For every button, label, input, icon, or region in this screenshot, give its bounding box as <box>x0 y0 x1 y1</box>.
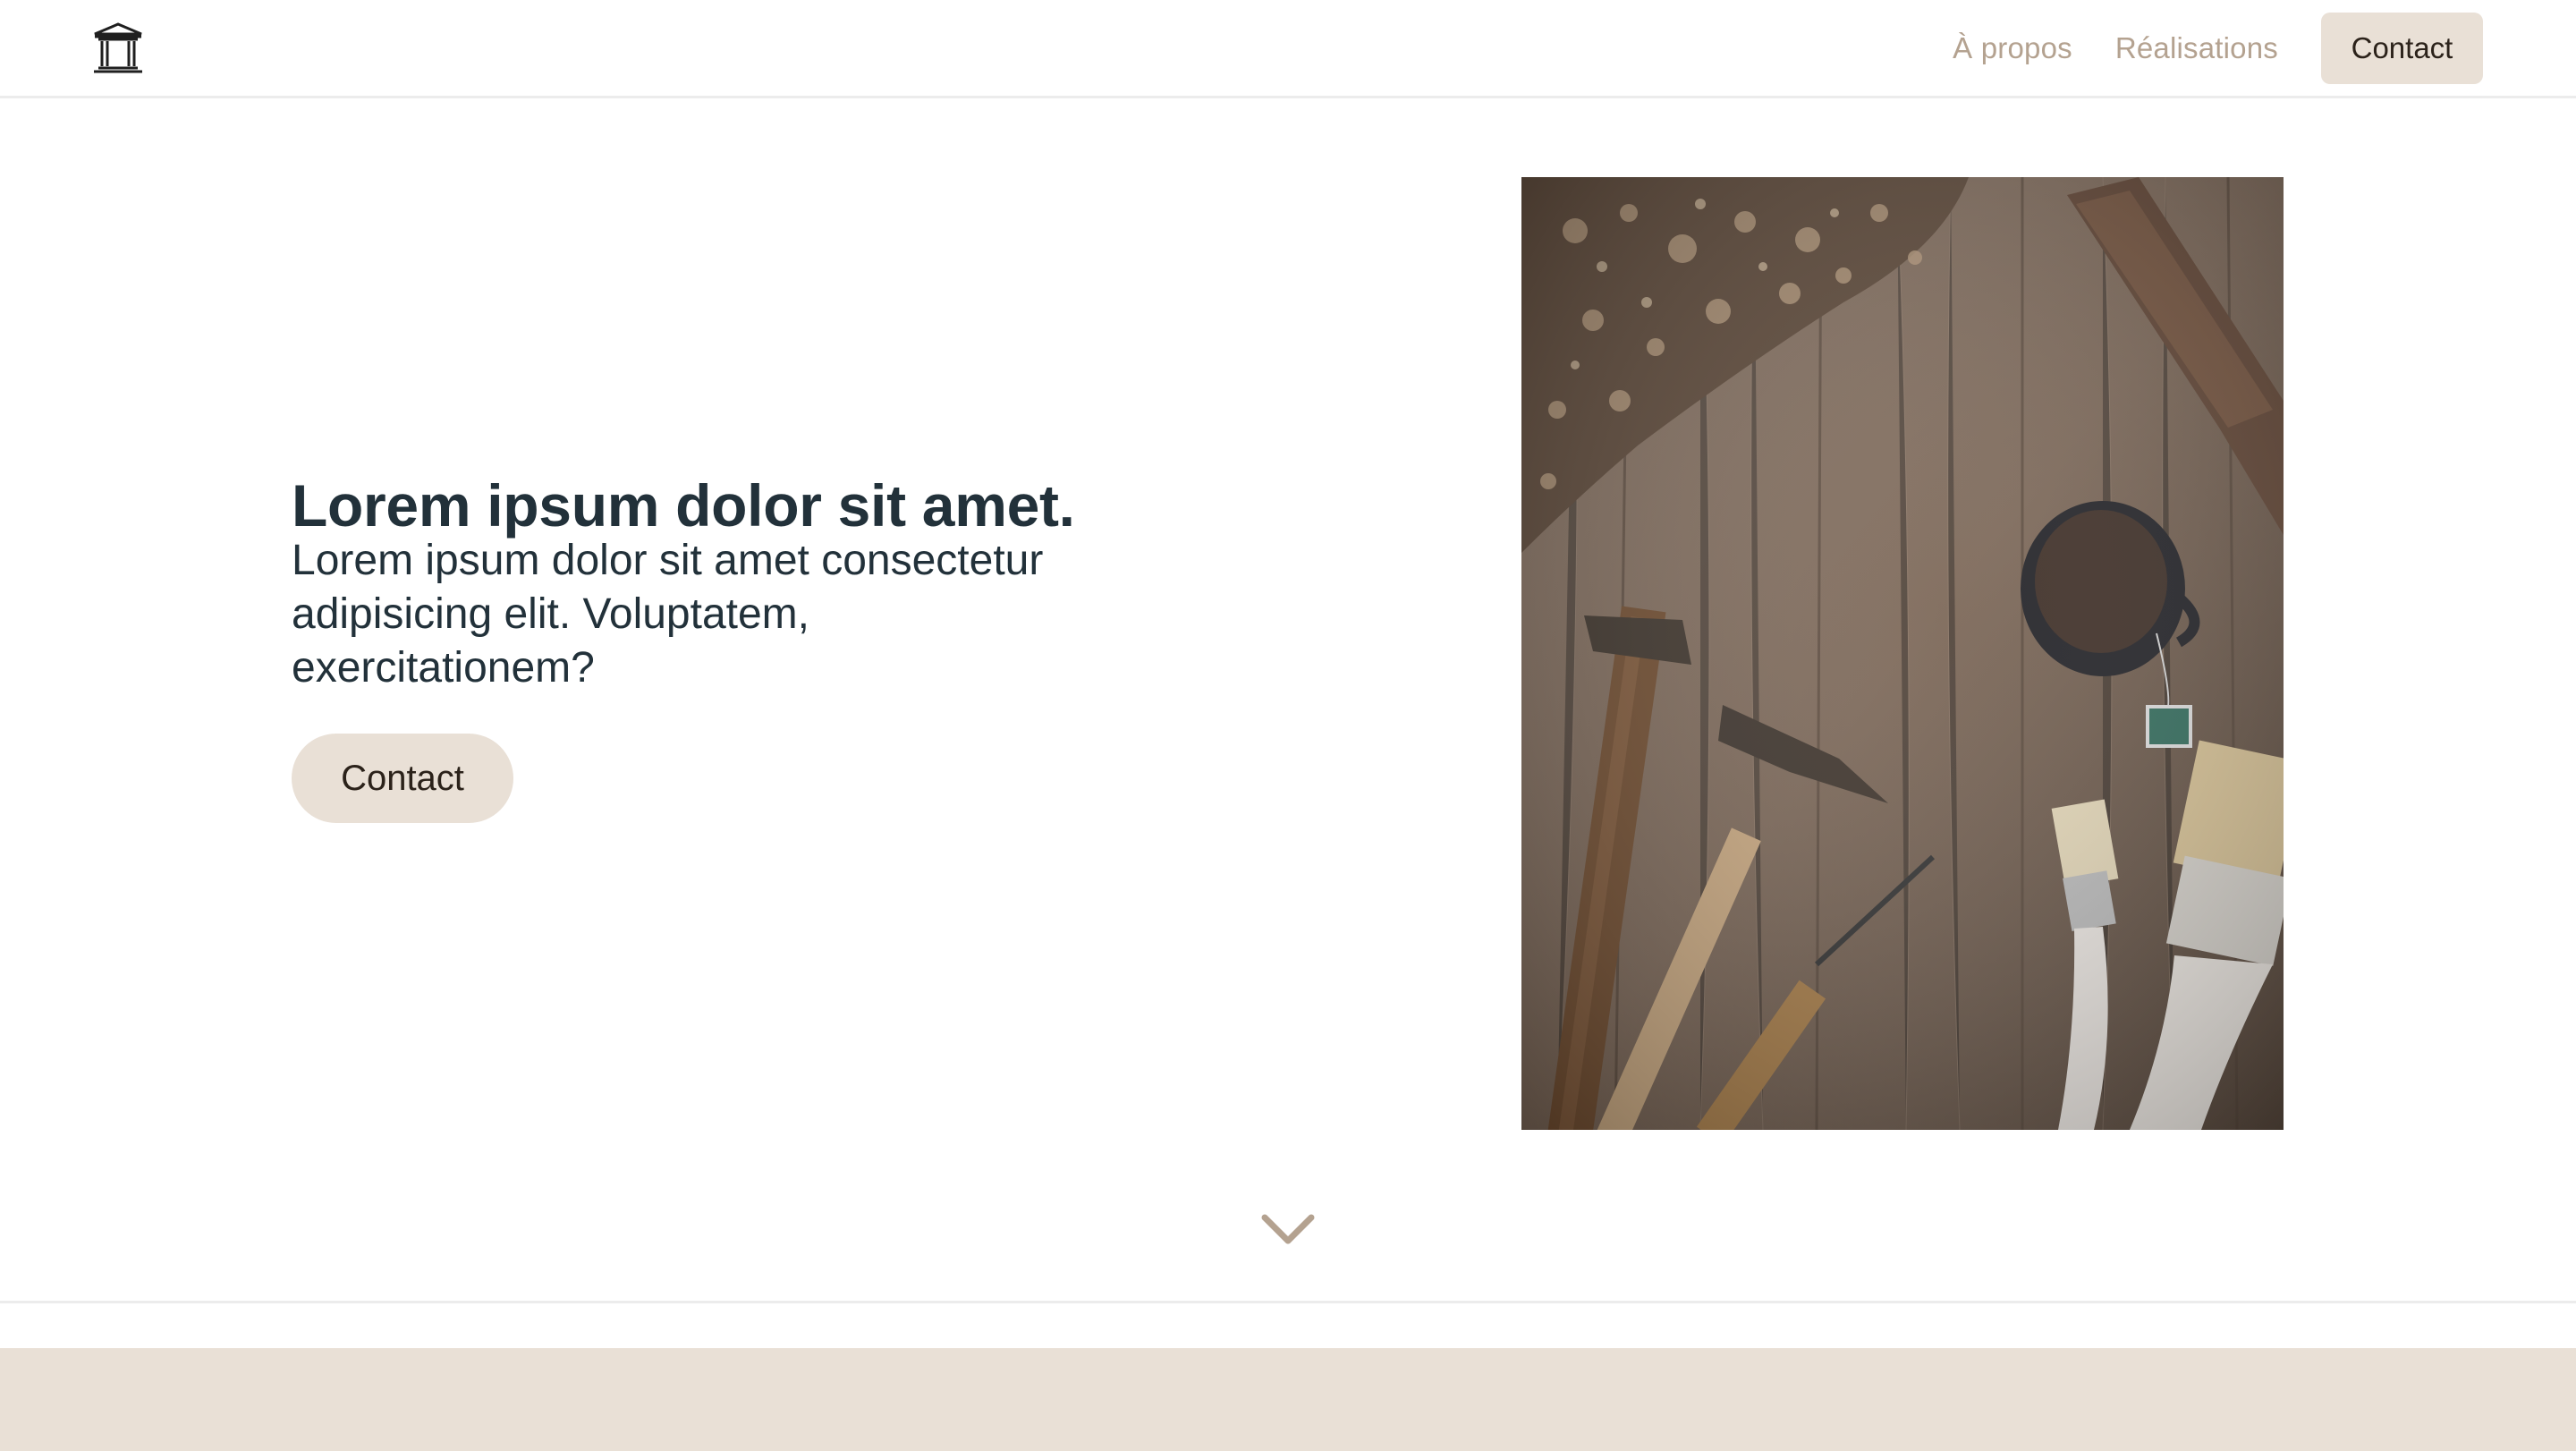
header-contact-button[interactable]: Contact <box>2321 13 2483 84</box>
temple-icon[interactable] <box>89 20 147 77</box>
hero-subtitle: Lorem ipsum dolor sit amet consectetur a… <box>292 537 1044 692</box>
nav-link-a-propos[interactable]: À propos <box>1953 31 2072 65</box>
section-divider <box>0 1301 2576 1303</box>
chevron-down-icon[interactable] <box>1259 1212 1317 1248</box>
main-nav: À propos Réalisations Contact <box>1953 13 2483 84</box>
hero-photo <box>1521 177 2284 1130</box>
site-header: À propos Réalisations Contact <box>0 0 2576 98</box>
hero-contact-button[interactable]: Contact <box>292 734 513 823</box>
hero-title: Lorem ipsum dolor sit amet. <box>292 472 1075 539</box>
next-section-band <box>0 1348 2576 1451</box>
hero-text: Lorem ipsum dolor sit amet. Lorem ipsum … <box>292 471 1097 695</box>
carpentry-tools-image <box>1521 177 2284 1130</box>
nav-link-realisations[interactable]: Réalisations <box>2115 31 2278 65</box>
